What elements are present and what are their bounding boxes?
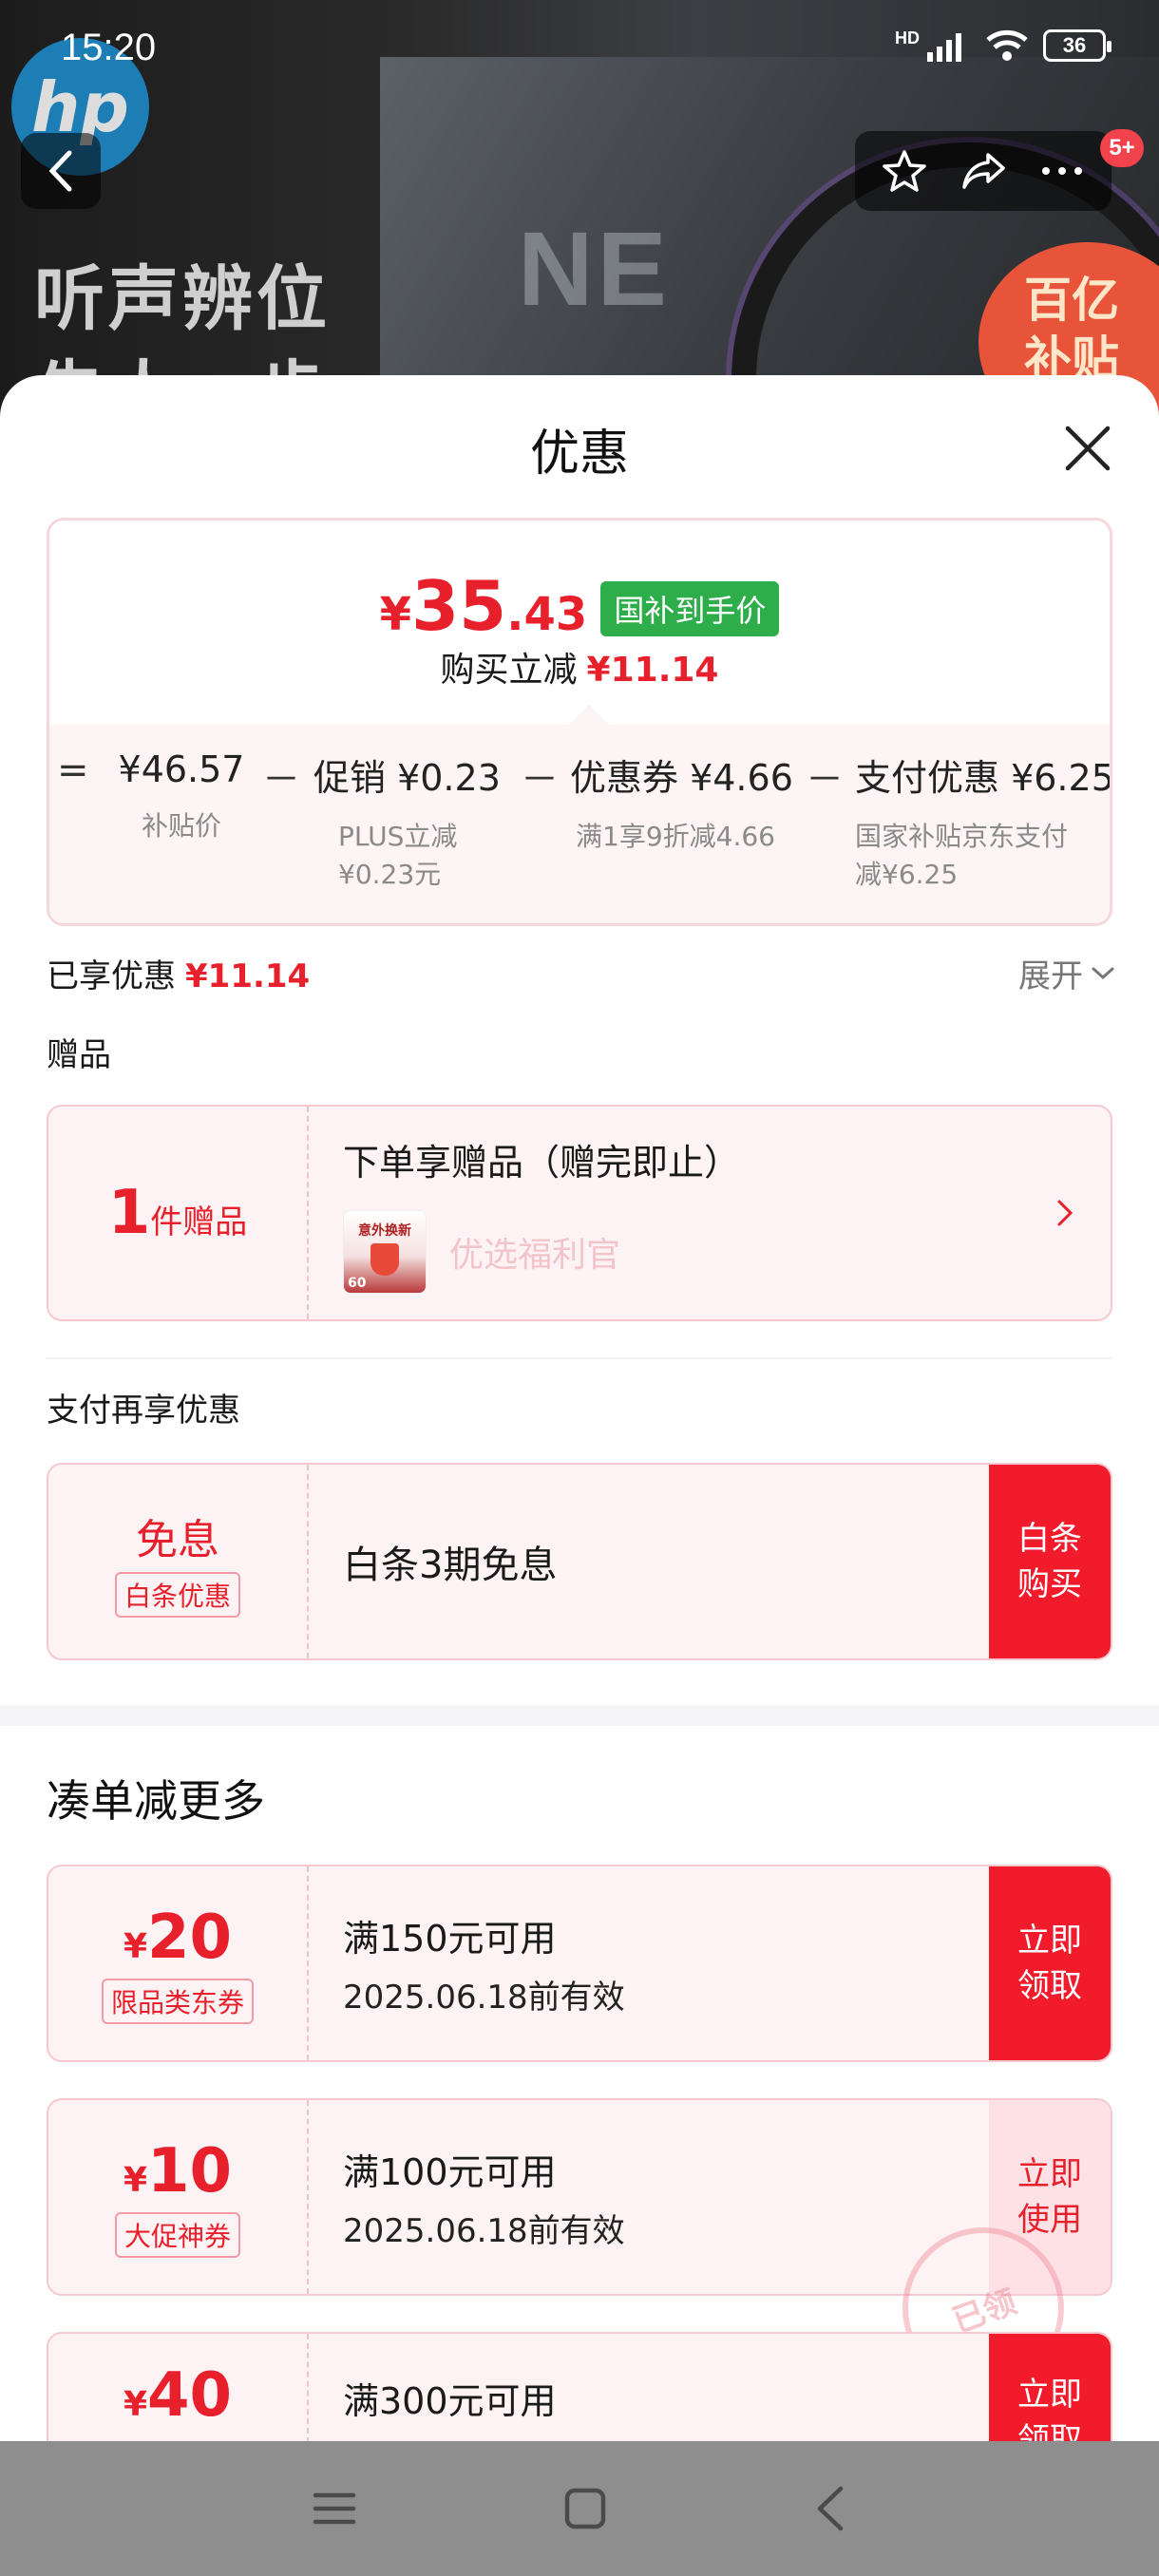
more-discount-heading: 凑单减更多 [47,1775,265,1827]
close-icon[interactable] [1062,423,1113,474]
coupon-type-tag: 大促神券 [114,2212,240,2258]
chevron-right-icon [1057,1200,1074,1226]
coupon-card: ¥40 满300元可用 立即领取 [47,2332,1112,2441]
breakdown-item: 促销 ¥0.23 PLUS立减 ¥0.23元 [314,757,501,890]
top-action-bar [855,131,1112,211]
gift-name: 优选福利官 [449,1236,621,1275]
sheet-title: 优惠 [529,426,629,483]
coupon-type-tag: 限品类东券 [101,1979,254,2024]
status-icons: HD 36 [895,28,1112,63]
breakdown-item: ¥46.57 补贴价 [118,748,245,842]
discount-sheet: 优惠 ¥35.43 国补到手价 购买立减 ¥11.14 = ¥46.57 补贴价 … [0,375,1159,2441]
breakdown-operator: － [521,758,559,802]
share-icon[interactable] [960,147,1007,195]
gift-title: 下单享赠品（赠完即止） [343,1142,741,1184]
baitiao-buy-button[interactable]: 白条购买 [989,1465,1111,1658]
divider [47,1357,1112,1359]
installment-title: 白条3期免息 [343,1544,558,1587]
gift-section-label: 赠品 [47,1036,111,1074]
pay-section-label: 支付再享优惠 [47,1392,240,1430]
gift-thumbnail: 意外换新 60 [343,1210,427,1294]
star-icon[interactable] [881,147,928,195]
baitiao-tag: 白条优惠 [114,1572,240,1618]
battery-icon: 36 [1043,29,1112,62]
coupon-card: ¥20 限品类东券 满150元可用 2025.06.18前有效 立即领取 [47,1865,1112,2062]
menu-icon[interactable] [313,2490,356,2528]
coupon-threshold: 满150元可用 [343,1918,557,1960]
breakdown-operator: － [262,758,300,802]
claim-coupon-button[interactable]: 立即领取 [989,2334,1111,2441]
back-button[interactable] [21,133,101,209]
expand-button[interactable]: 展开 [1018,950,1115,996]
final-price: ¥35.43 国补到手价 [49,566,1110,646]
coupon-amount: ¥40 [123,2360,233,2431]
coupon-amount: ¥10 [123,2136,233,2207]
brand-watermark: NE [518,211,671,328]
system-nav-bar [0,2441,1159,2576]
instant-discount: 购买立减 ¥11.14 [440,651,719,690]
interest-free-title: 免息 [136,1516,219,1564]
coupon-validity: 2025.06.18前有效 [343,1979,625,2017]
status-bar: 15:20 HD 36 [0,0,1159,95]
chevron-left-icon [48,150,72,192]
status-time: 15:20 [61,27,157,68]
notification-badge: 5+ [1100,129,1144,167]
price-decimal: .43 [506,588,588,641]
coupon-amount: ¥20 [123,1903,233,1973]
coupon-validity: 2025.06.18前有效 [343,2212,625,2250]
price-tag: 国补到手价 [600,581,780,636]
price-summary-card: ¥35.43 国补到手价 购买立减 ¥11.14 = ¥46.57 补贴价 － 促… [47,518,1112,926]
gift-card[interactable]: 1件赠品 下单享赠品（赠完即止） 意外换新 60 优选福利官 [47,1105,1112,1321]
more-icon[interactable] [1038,161,1086,180]
wifi-icon [986,29,1028,61]
coupon-threshold: 满100元可用 [343,2151,557,2193]
price-breakdown: = ¥46.57 补贴价 － 促销 ¥0.23 PLUS立减 ¥0.23元 － … [49,748,1110,919]
interest-free-card: 免息 白条优惠 白条3期免息 白条购买 [47,1463,1112,1660]
claim-coupon-button[interactable]: 立即领取 [989,1866,1111,2060]
gift-count: 1件赠品 [107,1178,248,1248]
breakdown-item: 优惠券 ¥4.66 满1享9折减4.66 [570,757,793,852]
breakdown-item: 支付优惠 ¥6.25 国家补贴京东支付 减¥6.25 [855,757,1112,890]
breakdown-operator: = [57,748,89,792]
home-icon[interactable] [563,2487,607,2530]
breakdown-operator: － [806,758,844,802]
hd-label: HD [895,28,920,47]
section-divider [0,1705,1159,1726]
shield-icon [370,1243,399,1276]
signal-icon [927,33,961,62]
back-icon[interactable] [814,2485,846,2532]
enjoyed-discount: 已享优惠 ¥11.14 [47,957,311,995]
price-integer: 35 [411,566,507,646]
chevron-down-icon [1092,967,1114,979]
coupon-threshold: 满300元可用 [343,2380,557,2422]
